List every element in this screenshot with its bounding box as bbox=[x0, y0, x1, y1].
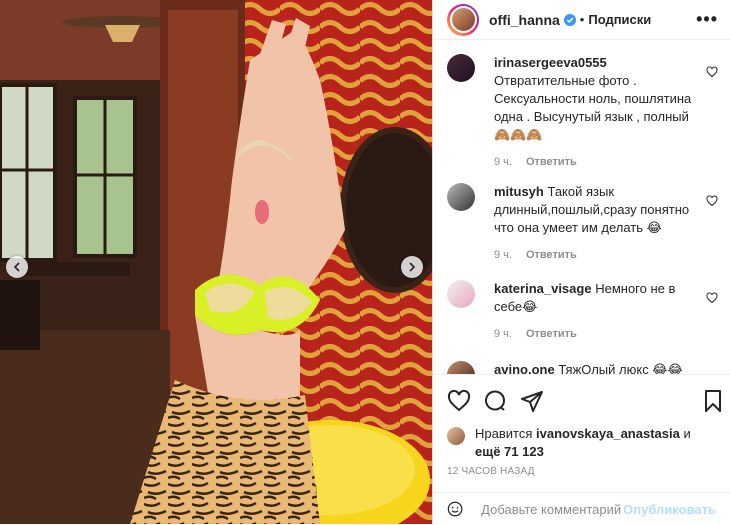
commenter-avatar[interactable] bbox=[447, 280, 475, 308]
share-paper-plane-icon[interactable] bbox=[520, 389, 544, 413]
comment-bubble-icon[interactable] bbox=[483, 389, 507, 413]
like-comment-heart-icon[interactable] bbox=[706, 195, 718, 207]
comment-item: avino.one ТяжОлый люкс 😂😂 bbox=[447, 361, 724, 374]
prev-photo-button[interactable] bbox=[6, 256, 28, 278]
post-actions-bar bbox=[433, 374, 730, 427]
reply-button[interactable]: Ответить bbox=[526, 328, 577, 340]
commenter-avatar[interactable] bbox=[447, 361, 475, 374]
verified-badge-icon bbox=[563, 13, 576, 26]
likes-count[interactable]: ещё 71 123 bbox=[475, 444, 544, 459]
like-comment-heart-icon[interactable] bbox=[706, 66, 718, 78]
emoji-icon[interactable] bbox=[447, 498, 463, 520]
commenter-avatar[interactable] bbox=[447, 183, 475, 211]
chevron-right-icon bbox=[409, 262, 416, 272]
comment-text: Отвратительные фото . Сексуальности ноль… bbox=[494, 73, 692, 142]
like-comment-heart-icon[interactable] bbox=[706, 292, 718, 304]
comment-time[interactable]: 9 ч. bbox=[494, 328, 512, 340]
post-photo[interactable] bbox=[0, 0, 432, 524]
commenter-avatar[interactable] bbox=[447, 54, 475, 82]
separator-dot: • bbox=[579, 12, 585, 27]
chevron-left-icon bbox=[13, 262, 20, 272]
publish-button[interactable]: Опубликовать bbox=[623, 502, 716, 517]
add-comment-input[interactable] bbox=[479, 500, 624, 518]
comment-item: irinasergeeva0555 Отвратительные фото . С… bbox=[447, 54, 724, 168]
save-bookmark-icon[interactable] bbox=[701, 389, 725, 413]
comment-username[interactable]: irinasergeeva0555 bbox=[494, 55, 607, 70]
comment-time[interactable]: 9 ч. bbox=[494, 156, 512, 168]
comment-text: ТяжОлый люкс 😂😂 bbox=[558, 362, 683, 374]
likes-and: и bbox=[683, 426, 691, 441]
likes-summary: Нравится ivanovskaya_anastasia и ещё 71 … bbox=[447, 425, 716, 461]
add-comment-bar: Опубликовать bbox=[433, 492, 730, 525]
author-username[interactable]: offi_hanna bbox=[489, 12, 560, 28]
following-button[interactable]: Подписки bbox=[588, 12, 651, 27]
comment-username[interactable]: katerina_visage bbox=[494, 281, 592, 296]
author-avatar[interactable] bbox=[447, 3, 479, 36]
liker-username[interactable]: ivanovskaya_anastasia bbox=[536, 426, 680, 441]
comment-item: katerina_visage Немного не в себе😂 9 ч. О… bbox=[447, 280, 724, 340]
comment-username[interactable]: avino.one bbox=[494, 362, 555, 374]
comments-list[interactable]: irinasergeeva0555 Отвратительные фото . С… bbox=[433, 40, 730, 374]
comment-time[interactable]: 9 ч. bbox=[494, 249, 512, 261]
likes-prefix: Нравится bbox=[475, 426, 533, 441]
reply-button[interactable]: Ответить bbox=[526, 156, 577, 168]
next-photo-button[interactable] bbox=[401, 256, 423, 278]
post-side-panel: offi_hanna • Подписки ••• irinasergeeva0… bbox=[432, 0, 730, 524]
like-heart-icon[interactable] bbox=[447, 389, 471, 413]
comment-item: mitusyh Такой язык длинный,пошлый,сразу … bbox=[447, 183, 724, 261]
liker-avatar[interactable] bbox=[447, 427, 465, 445]
more-options-icon[interactable]: ••• bbox=[696, 9, 718, 30]
post-image bbox=[0, 0, 432, 524]
post-header: offi_hanna • Подписки ••• bbox=[433, 0, 730, 40]
comment-username[interactable]: mitusyh bbox=[494, 184, 544, 199]
post-time-ago[interactable]: 12 ЧАСОВ НАЗАД bbox=[447, 466, 535, 477]
reply-button[interactable]: Ответить bbox=[526, 249, 577, 261]
